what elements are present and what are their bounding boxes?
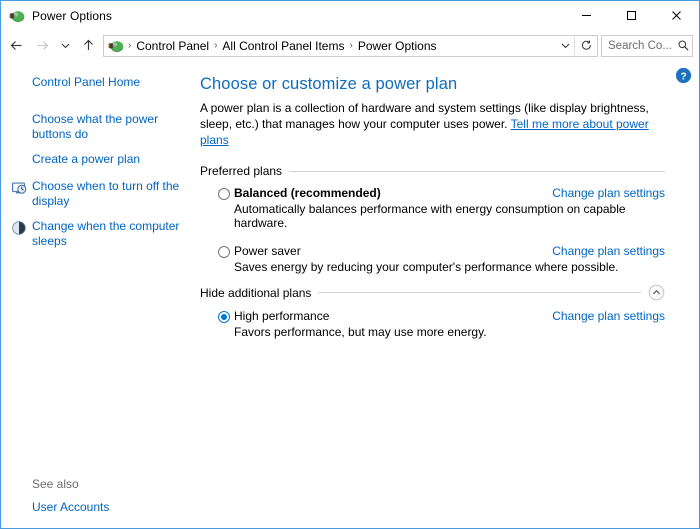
navigation-toolbar: › Control Panel › All Control Panel Item… bbox=[1, 30, 699, 61]
sidebar-item-user-accounts[interactable]: User Accounts bbox=[1, 500, 195, 517]
group-divider bbox=[289, 171, 665, 172]
group-preferred-plans: Preferred plans Balanced (recommended) C… bbox=[200, 164, 665, 274]
up-button[interactable] bbox=[75, 33, 101, 59]
breadcrumb-item-all-control-panel-items[interactable]: All Control Panel Items bbox=[219, 38, 347, 54]
address-bar[interactable]: › Control Panel › All Control Panel Item… bbox=[103, 35, 598, 57]
svg-text:?: ? bbox=[680, 71, 686, 82]
forward-button[interactable] bbox=[29, 33, 55, 59]
help-icon[interactable]: ? bbox=[675, 67, 692, 84]
power-plan-icon bbox=[108, 38, 124, 54]
power-options-window: Power Options bbox=[0, 0, 700, 529]
page-title: Choose or customize a power plan bbox=[200, 75, 665, 94]
sidebar-item-label: User Accounts bbox=[32, 500, 109, 515]
sidebar-item-computer-sleeps[interactable]: Change when the computer sleeps bbox=[1, 219, 195, 249]
change-plan-settings-high-performance[interactable]: Change plan settings bbox=[552, 309, 665, 323]
breadcrumb-item-control-panel[interactable]: Control Panel bbox=[133, 38, 212, 54]
group-additional-plans: Hide additional plans High performance bbox=[200, 284, 665, 339]
window-controls bbox=[564, 1, 699, 30]
chevron-up-circle-icon[interactable] bbox=[648, 284, 665, 301]
sidebar-item-create-power-plan[interactable]: Create a power plan bbox=[1, 152, 195, 169]
window-title: Power Options bbox=[32, 9, 112, 23]
search-input[interactable] bbox=[602, 40, 674, 52]
radio-balanced[interactable] bbox=[218, 188, 230, 200]
sidebar-item-control-panel-home[interactable]: Control Panel Home bbox=[1, 75, 195, 92]
minimize-button[interactable] bbox=[564, 1, 609, 30]
search-icon bbox=[674, 39, 692, 52]
plan-row-balanced[interactable]: Balanced (recommended) Change plan setti… bbox=[200, 186, 665, 200]
sidebar-item-label: Choose what the power buttons do bbox=[32, 112, 182, 142]
title-bar: Power Options bbox=[1, 1, 699, 30]
radio-high-performance[interactable] bbox=[218, 311, 230, 323]
sidebar-item-choose-power-buttons[interactable]: Choose what the power buttons do bbox=[1, 112, 195, 142]
see-also-title: See also bbox=[1, 477, 195, 491]
breadcrumb-separator[interactable]: › bbox=[212, 41, 219, 51]
plan-row-high-performance[interactable]: High performance Change plan settings bbox=[200, 309, 665, 323]
group-title: Hide additional plans bbox=[200, 286, 318, 300]
breadcrumb-separator[interactable]: › bbox=[126, 41, 133, 51]
breadcrumb: › Control Panel › All Control Panel Item… bbox=[126, 38, 556, 54]
sidebar-item-label: Change when the computer sleeps bbox=[32, 219, 182, 249]
plan-name-power-saver[interactable]: Power saver bbox=[234, 244, 542, 258]
radio-power-saver[interactable] bbox=[218, 246, 230, 258]
sidebar: Control Panel Home Choose what the power… bbox=[1, 61, 195, 528]
plan-row-power-saver[interactable]: Power saver Change plan settings bbox=[200, 244, 665, 258]
maximize-button[interactable] bbox=[609, 1, 654, 30]
group-header: Preferred plans bbox=[200, 164, 665, 178]
sidebar-item-label: Choose when to turn off the display bbox=[32, 179, 182, 209]
see-also-section: See also User Accounts bbox=[1, 477, 195, 517]
close-button[interactable] bbox=[654, 1, 699, 30]
back-button[interactable] bbox=[3, 33, 29, 59]
refresh-icon[interactable] bbox=[575, 36, 597, 56]
breadcrumb-separator[interactable]: › bbox=[347, 41, 354, 51]
plan-name-high-performance[interactable]: High performance bbox=[234, 309, 542, 323]
change-plan-settings-power-saver[interactable]: Change plan settings bbox=[552, 244, 665, 258]
group-header: Hide additional plans bbox=[200, 284, 665, 301]
window-body: Control Panel Home Choose what the power… bbox=[1, 61, 699, 528]
sidebar-item-label: Control Panel Home bbox=[32, 75, 140, 90]
sleep-moon-icon bbox=[11, 220, 27, 236]
group-divider bbox=[318, 292, 641, 293]
plan-description-high-performance: Favors performance, but may use more ene… bbox=[200, 325, 665, 339]
plan-description-power-saver: Saves energy by reducing your computer's… bbox=[200, 260, 665, 274]
recent-locations-button[interactable] bbox=[55, 33, 75, 59]
search-box[interactable] bbox=[601, 35, 693, 57]
group-title: Preferred plans bbox=[200, 164, 289, 178]
plan-description-balanced: Automatically balances performance with … bbox=[200, 202, 665, 230]
sidebar-item-label: Create a power plan bbox=[32, 152, 140, 167]
sidebar-item-turn-off-display[interactable]: Choose when to turn off the display bbox=[1, 179, 195, 209]
power-plan-icon bbox=[9, 8, 25, 24]
content-inner: Choose or customize a power plan A power… bbox=[195, 75, 699, 339]
breadcrumb-item-power-options[interactable]: Power Options bbox=[355, 38, 440, 54]
page-description: A power plan is a collection of hardware… bbox=[200, 100, 665, 148]
display-clock-icon bbox=[11, 180, 27, 196]
chevron-down-icon[interactable] bbox=[556, 36, 574, 56]
content-pane: ? Choose or customize a power plan A pow… bbox=[195, 61, 699, 528]
change-plan-settings-balanced[interactable]: Change plan settings bbox=[552, 186, 665, 200]
plan-name-balanced[interactable]: Balanced (recommended) bbox=[234, 186, 542, 200]
